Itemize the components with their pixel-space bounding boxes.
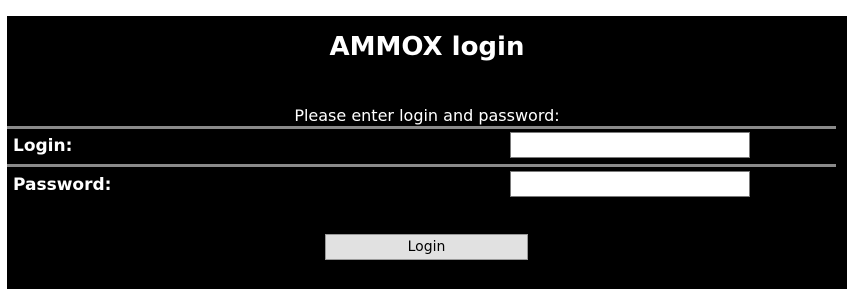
login-instructions: Please enter login and password: bbox=[294, 106, 560, 125]
password-label: Password: bbox=[13, 175, 112, 195]
login-label: Login: bbox=[13, 136, 73, 156]
login-panel: AMMOX login Please enter login and passw… bbox=[7, 16, 847, 289]
login-input[interactable] bbox=[510, 132, 750, 158]
page-title: AMMOX login bbox=[329, 32, 525, 62]
login-button[interactable]: Login bbox=[325, 234, 528, 260]
divider-top bbox=[7, 126, 836, 129]
password-input[interactable] bbox=[510, 171, 750, 197]
divider-middle bbox=[7, 164, 836, 167]
